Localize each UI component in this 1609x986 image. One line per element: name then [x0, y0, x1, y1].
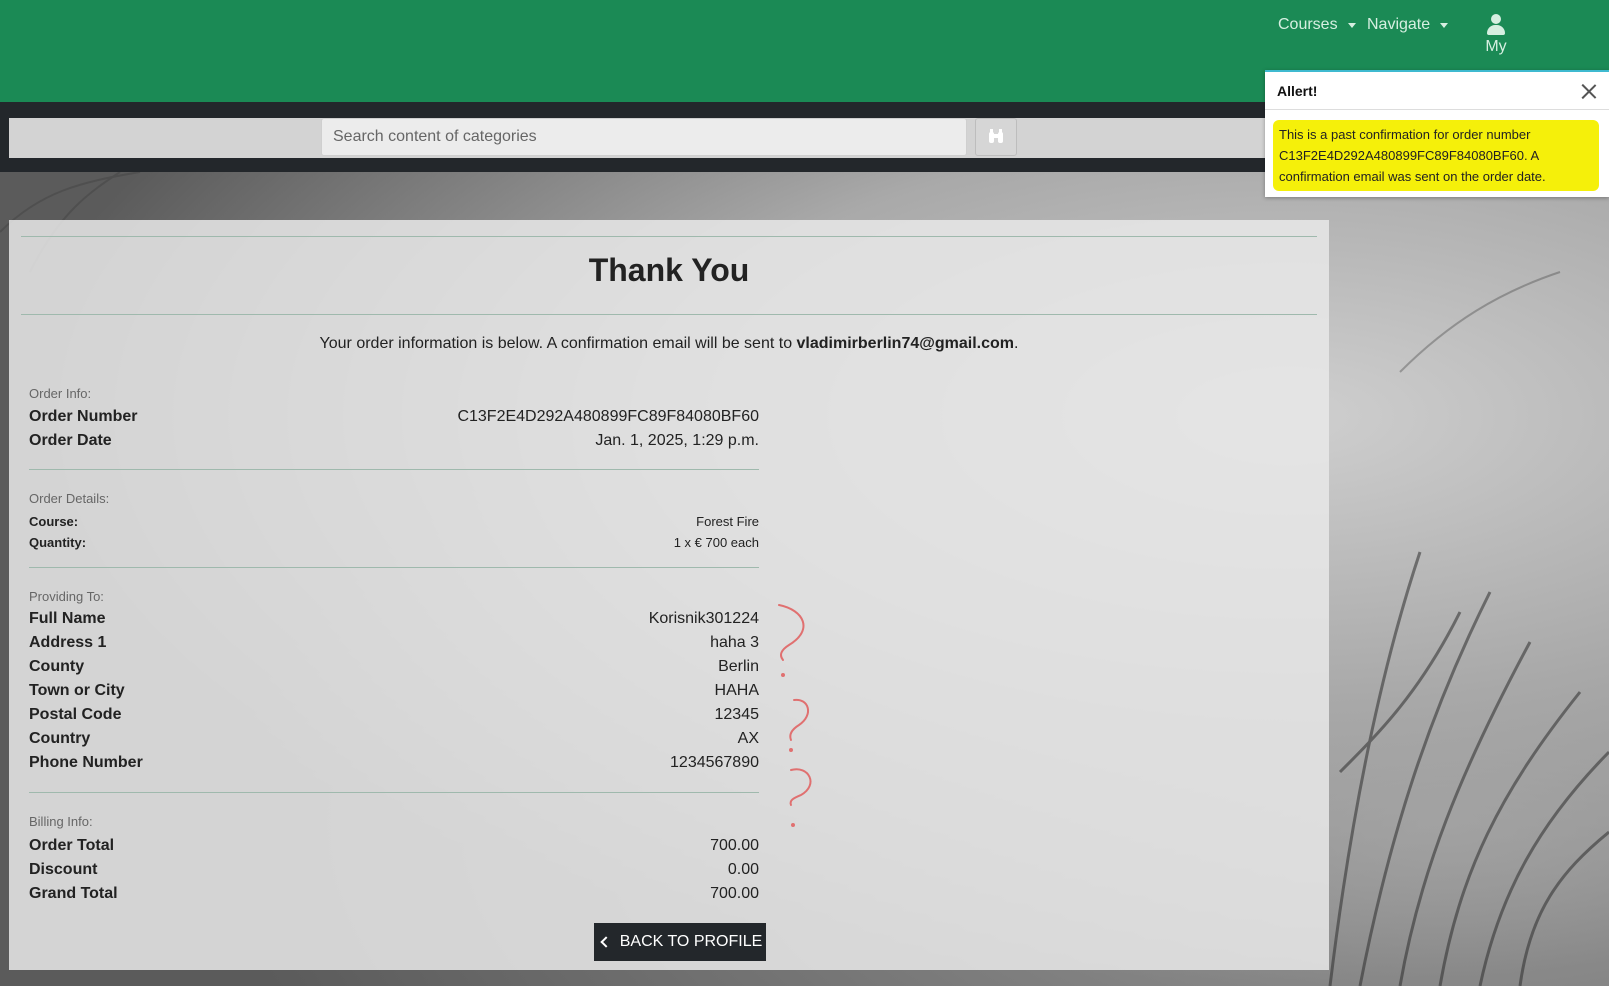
- row-key: Order Date: [29, 432, 112, 449]
- grand-total-row: Grand Total 700.00: [29, 885, 759, 903]
- row-key: Country: [29, 730, 91, 747]
- row-key: Discount: [29, 861, 98, 878]
- intro-text: Your order information is below. A confi…: [9, 335, 1329, 353]
- question-mark-annotations: [778, 604, 812, 827]
- alert-header: Allert!: [1265, 72, 1609, 110]
- quantity-row: Quantity: 1 x € 700 each: [29, 535, 759, 550]
- order-number-row: Order Number C13F2E4D292A480899FC89F8408…: [29, 408, 759, 426]
- intro-prefix: Your order information is below. A confi…: [319, 335, 797, 352]
- chevron-left-icon: [600, 936, 612, 948]
- row-key: Order Number: [29, 408, 138, 425]
- address-row: Address 1 haha 3: [29, 634, 759, 652]
- row-value: haha 3: [710, 634, 759, 651]
- course-row: Course: Forest Fire: [29, 514, 759, 529]
- divider: [21, 314, 1317, 315]
- row-value: 700.00: [710, 837, 759, 854]
- providing-to-label: Providing To:: [29, 589, 104, 604]
- page-title: Thank You: [588, 252, 750, 288]
- divider: [21, 236, 1317, 237]
- navigate-menu[interactable]: Navigate: [1367, 16, 1449, 34]
- alert-title: Allert!: [1277, 82, 1318, 99]
- full-name-row: Full Name Korisnik301224: [29, 610, 759, 628]
- account-menu[interactable]: My: [1476, 14, 1516, 56]
- row-value: Berlin: [718, 658, 759, 675]
- postal-code-row: Postal Code 12345: [29, 706, 759, 724]
- caret-down-icon: [1347, 22, 1356, 28]
- row-value: 0.00: [727, 861, 759, 878]
- billing-info-label: Billing Info:: [29, 814, 93, 829]
- courses-menu[interactable]: Courses: [1278, 16, 1356, 34]
- back-button-label: BACK TO PROFILE: [619, 933, 763, 950]
- row-key: Phone Number: [29, 754, 143, 771]
- intro-suffix: .: [1013, 335, 1019, 352]
- courses-label: Courses: [1278, 16, 1338, 33]
- divider: [29, 792, 759, 793]
- order-details-label: Order Details:: [29, 491, 110, 506]
- discount-row: Discount 0.00: [29, 861, 759, 879]
- order-confirmation-panel: Thank You Your order information is belo…: [9, 220, 1329, 970]
- row-key: Address 1: [29, 634, 107, 651]
- row-value: Jan. 1, 2025, 1:29 p.m.: [595, 432, 759, 449]
- alert-message: This is a past confirmation for order nu…: [1273, 120, 1599, 191]
- row-key: Town or City: [29, 682, 125, 699]
- row-value: C13F2E4D292A480899FC89F84080BF60: [457, 408, 759, 425]
- divider: [29, 567, 759, 568]
- row-key: Postal Code: [29, 706, 122, 723]
- close-icon[interactable]: [1581, 83, 1597, 99]
- row-key: Order Total: [29, 837, 115, 854]
- back-to-profile-button[interactable]: BACK TO PROFILE: [594, 923, 766, 961]
- row-value: AX: [737, 730, 759, 747]
- county-row: County Berlin: [29, 658, 759, 676]
- navigate-label: Navigate: [1367, 16, 1431, 33]
- order-total-row: Order Total 700.00: [29, 837, 759, 855]
- divider: [29, 469, 759, 470]
- row-value: 1234567890: [670, 754, 759, 771]
- phone-row: Phone Number 1234567890: [29, 754, 759, 772]
- customer-email: vladimirberlin74@gmail.com: [796, 335, 1014, 352]
- user-icon: [1485, 14, 1507, 36]
- row-key: County: [29, 658, 85, 675]
- row-key: Grand Total: [29, 885, 118, 902]
- row-value: Forest Fire: [696, 514, 759, 529]
- row-key: Full Name: [29, 610, 106, 627]
- row-value: Korisnik301224: [648, 610, 759, 627]
- row-value: 1 x € 700 each: [673, 535, 759, 550]
- row-key: Course:: [29, 514, 79, 529]
- order-date-row: Order Date Jan. 1, 2025, 1:29 p.m.: [29, 432, 759, 450]
- caret-down-icon: [1440, 22, 1449, 28]
- search-input[interactable]: [321, 118, 967, 156]
- order-info-label: Order Info:: [29, 386, 92, 401]
- row-value: HAHA: [714, 682, 759, 699]
- row-value: 12345: [714, 706, 760, 723]
- country-row: Country AX: [29, 730, 759, 748]
- town-row: Town or City HAHA: [29, 682, 759, 700]
- row-value: 700.00: [710, 885, 759, 902]
- search-button[interactable]: [975, 118, 1017, 156]
- alert-popup: Allert! This is a past confirmation for …: [1265, 70, 1609, 197]
- account-label: My: [1485, 38, 1507, 55]
- binoculars-icon: [989, 129, 1003, 143]
- row-key: Quantity:: [29, 535, 87, 550]
